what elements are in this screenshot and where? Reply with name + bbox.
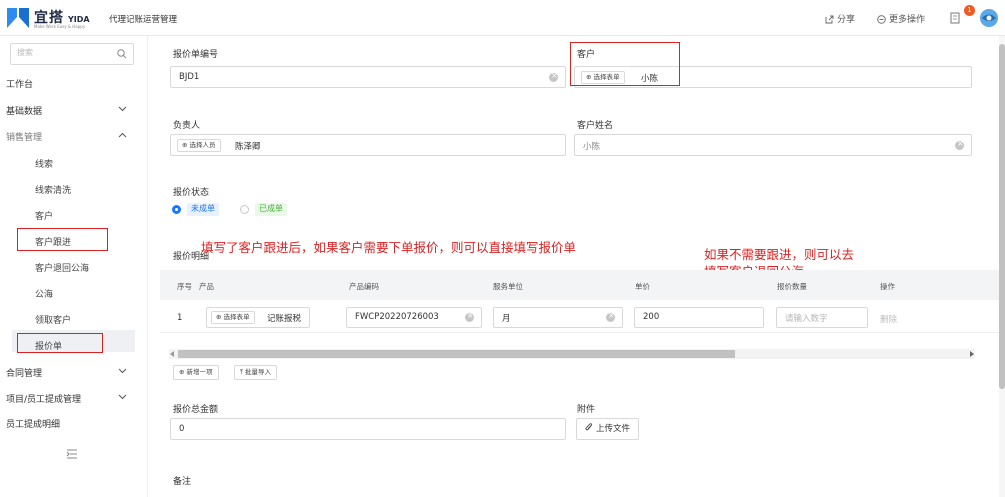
- total-value: 0: [179, 424, 185, 434]
- row-product-field[interactable]: ⊕ 选择表单 记账报税: [206, 307, 310, 328]
- notification-badge: 1: [964, 5, 975, 16]
- chevron-down-icon[interactable]: [118, 368, 127, 374]
- more-circle-icon: [877, 15, 886, 24]
- yida-logo-icon: [7, 8, 29, 28]
- add-row-button[interactable]: ⊕ 新增一项: [173, 365, 219, 380]
- row-qty-placeholder: 请输入数字: [785, 314, 828, 324]
- share-icon: [825, 15, 834, 24]
- th-price: 单价: [635, 282, 650, 291]
- th-code: 产品编码: [349, 282, 379, 291]
- row-delete-button[interactable]: 删除: [880, 313, 897, 325]
- search-input[interactable]: [17, 48, 107, 57]
- chevron-down-icon[interactable]: [118, 394, 127, 400]
- page-vertical-scrollbar[interactable]: [999, 36, 1005, 497]
- sidebar-item-commission-detail[interactable]: 员工提成明细: [6, 417, 60, 430]
- paperclip-icon: [585, 423, 593, 431]
- highlight-customer-followup: [17, 228, 108, 251]
- sidebar-search[interactable]: [10, 43, 134, 65]
- row-unit-value: 月: [502, 314, 511, 324]
- collapse-menu-icon[interactable]: [66, 449, 78, 459]
- row-unit-field[interactable]: 月: [493, 307, 623, 328]
- search-icon[interactable]: [117, 49, 127, 59]
- th-index: 序号: [177, 282, 192, 291]
- clear-icon[interactable]: [465, 311, 474, 322]
- sidebar-item-workbench[interactable]: 工作台: [6, 77, 33, 90]
- th-qty: 报价数量: [777, 282, 807, 291]
- avatar[interactable]: [978, 8, 1000, 28]
- main-content: 序号 产品 产品编码 服务单位 单价 报价数量 操作 1 ⊕ 选择表单 记账报税…: [148, 36, 1000, 497]
- sidebar-item-lead-cleaning[interactable]: 线索清洗: [35, 183, 71, 196]
- share-button[interactable]: 分享: [825, 12, 855, 25]
- more-actions-button[interactable]: 更多操作: [877, 12, 925, 25]
- sidebar-item-leads[interactable]: 线索: [35, 157, 53, 170]
- scroll-left-icon[interactable]: [170, 351, 175, 357]
- table-row: 1 ⊕ 选择表单 记账报税 FWCP20220726003 月 200 请输入数…: [160, 303, 1000, 333]
- row-price-value: 200: [643, 312, 660, 322]
- th-unit: 服务单位: [493, 282, 523, 291]
- total-label: 报价总金额: [173, 405, 219, 415]
- sidebar-item-customers[interactable]: 客户: [35, 209, 53, 222]
- row-code-value: FWCP20220726003: [355, 312, 439, 322]
- scroll-right-icon[interactable]: [969, 351, 974, 357]
- clear-icon[interactable]: [606, 311, 615, 322]
- top-bar: 宜搭 YIDA Make Work Easy & Happy 代理记账运营管理 分…: [0, 0, 1005, 36]
- row-index: 1: [177, 313, 183, 323]
- total-field[interactable]: 0: [170, 418, 566, 440]
- upload-file-button[interactable]: 上传文件: [576, 418, 640, 440]
- chevron-up-icon[interactable]: [118, 132, 127, 138]
- row-product-value: 记账报税: [267, 314, 302, 324]
- sidebar-item-base-data[interactable]: 基础数据: [6, 104, 42, 117]
- scrollbar-thumb[interactable]: [178, 350, 735, 358]
- brand-tagline: Make Work Easy & Happy: [34, 24, 86, 29]
- th-action: 操作: [880, 282, 895, 291]
- sidebar-item-claim-customer[interactable]: 领取客户: [35, 313, 71, 326]
- remark-label: 备注: [173, 477, 192, 487]
- sidebar-item-customer-return[interactable]: 客户退回公海: [35, 261, 89, 274]
- attachment-label: 附件: [577, 405, 596, 415]
- scrollbar-thumb[interactable]: [999, 44, 1005, 389]
- sidebar-item-public-pool[interactable]: 公海: [35, 287, 53, 300]
- highlight-quotation: [17, 333, 103, 353]
- app-title: 代理记账运营管理: [109, 15, 178, 25]
- row-code-field[interactable]: FWCP20220726003: [346, 307, 482, 328]
- sidebar-item-sales[interactable]: 销售管理: [6, 130, 42, 143]
- sidebar-item-contracts[interactable]: 合同管理: [6, 366, 42, 379]
- th-product: 产品: [199, 282, 214, 291]
- product-pick-button[interactable]: ⊕ 选择表单: [211, 311, 255, 324]
- table-horizontal-scrollbar[interactable]: [169, 349, 975, 359]
- chevron-down-icon[interactable]: [118, 106, 127, 112]
- batch-import-button[interactable]: ⤒ 批量导入: [234, 365, 277, 380]
- notification-icon[interactable]: [950, 11, 962, 25]
- row-price-field[interactable]: 200: [634, 307, 764, 328]
- row-qty-field[interactable]: 请输入数字: [776, 307, 868, 328]
- sidebar-item-project-commission[interactable]: 项目/员工提成管理: [6, 392, 81, 405]
- details-table-header: 序号 产品 产品编码 服务单位 单价 报价数量 操作: [160, 270, 1000, 300]
